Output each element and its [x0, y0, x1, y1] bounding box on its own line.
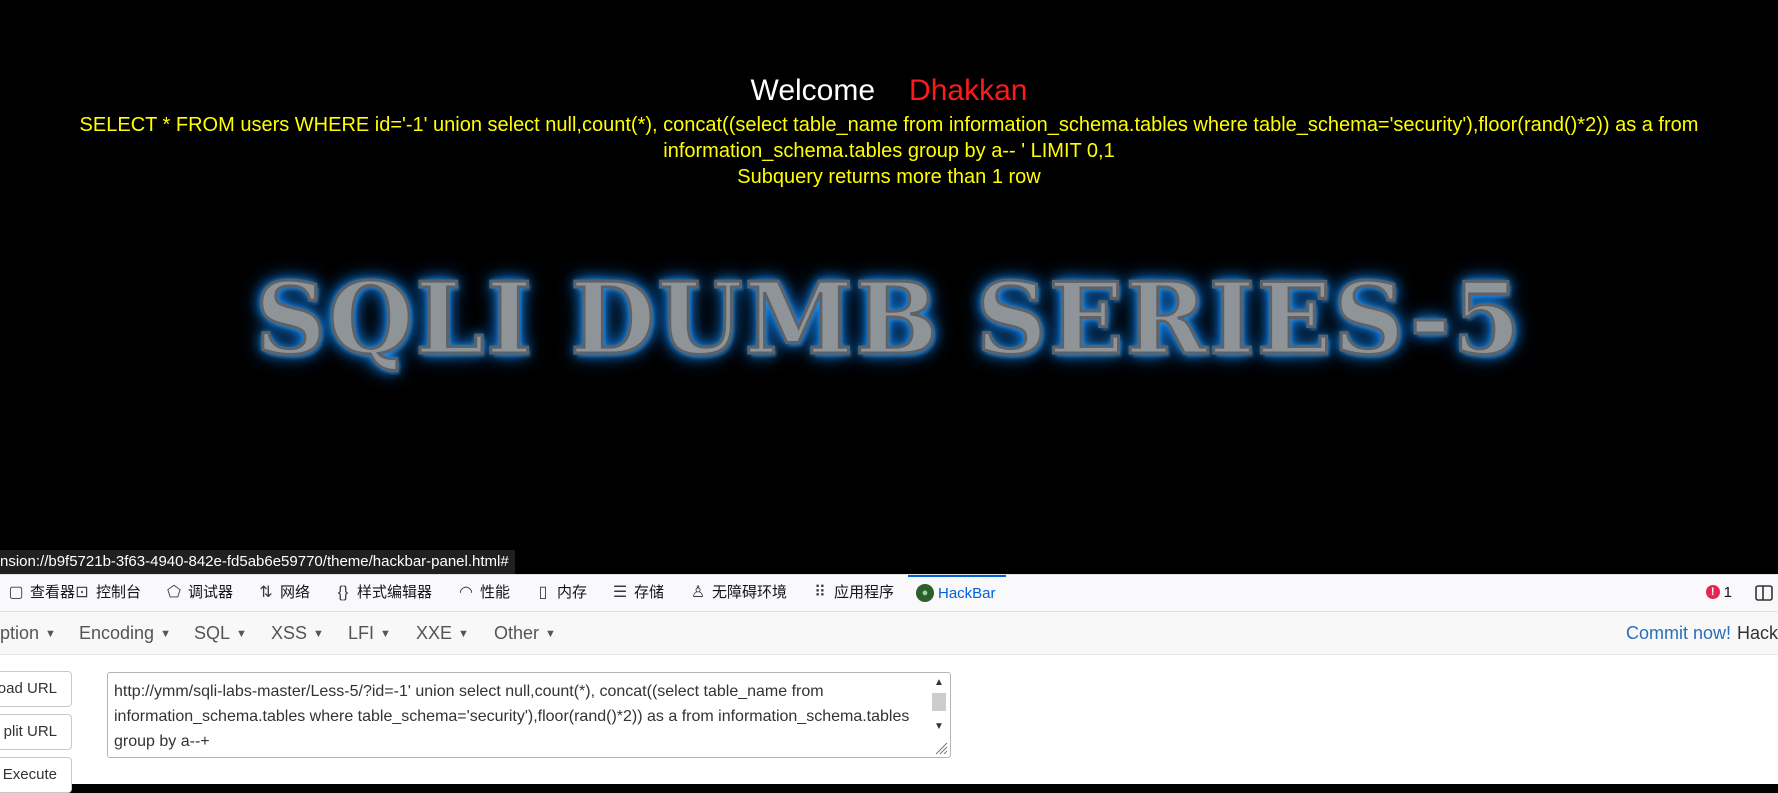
tab-storage[interactable]: ☰ 存储 — [610, 575, 664, 611]
tab-label: 存储 — [634, 584, 665, 601]
menu-sql[interactable]: SQL ▼ — [194, 612, 247, 654]
error-icon: ! — [1705, 584, 1720, 599]
menu-xss[interactable]: XSS ▼ — [271, 612, 324, 654]
menu-label: LFI — [348, 623, 375, 643]
tab-label: 应用程序 — [834, 584, 895, 601]
tab-memory[interactable]: ▯ 内存 — [533, 575, 587, 611]
caret-down-icon: ▼ — [160, 628, 171, 641]
caret-down-icon: ▼ — [458, 628, 469, 641]
tab-label: 网络 — [280, 584, 311, 601]
url-textarea[interactable]: http://ymm/sqli-labs-master/Less-5/?id=-… — [107, 672, 951, 758]
scroll-down-icon[interactable]: ▼ — [930, 719, 948, 735]
commit-area: Commit now! HackB — [1626, 612, 1778, 654]
sql-error-text: Subquery returns more than 1 row — [737, 166, 1041, 188]
tab-network[interactable]: ⇅ 网络 — [256, 575, 310, 611]
tab-label: 控制台 — [96, 584, 142, 601]
load-url-button[interactable]: oad URL — [0, 671, 72, 707]
resize-grip-icon[interactable] — [934, 741, 948, 755]
commit-link[interactable]: Commit now! — [1626, 623, 1731, 643]
network-icon: ⇅ — [259, 584, 273, 601]
tab-console[interactable]: ⊡ 控制台 — [72, 575, 141, 611]
error-counter[interactable]: ! 1 — [1705, 575, 1732, 611]
sql-output: SELECT * FROM users WHERE id='-1' union … — [20, 112, 1758, 190]
devtools-tabbar: ▢ 查看器 ⊡ 控制台 ⬠ 调试器 ⇅ 网络 {} 样式编辑器 ◠ 性能 ▯ 内存 ☰ 存储 ♙… — [0, 574, 1778, 612]
tab-label: 样式编辑器 — [357, 584, 433, 601]
storage-icon: ☰ — [612, 584, 628, 601]
tab-label: 性能 — [480, 584, 511, 601]
tab-label: HackBar — [938, 585, 996, 602]
console-icon: ⊡ — [75, 584, 89, 601]
menu-encoding[interactable]: Encoding ▼ — [79, 612, 171, 654]
menu-xxe[interactable]: XXE ▼ — [416, 612, 469, 654]
tab-hackbar[interactable]: ● HackBar — [908, 575, 1006, 611]
tab-label: 调试器 — [188, 584, 234, 601]
tab-label: 查看器 — [30, 584, 76, 601]
textarea-scrollbar[interactable]: ▲ ▼ — [930, 675, 948, 751]
url-text[interactable]: http://ymm/sqli-labs-master/Less-5/?id=-… — [114, 679, 919, 754]
menu-label: Other — [494, 623, 540, 643]
debugger-icon: ⬠ — [167, 584, 181, 601]
sqli-page: Welcome Dhakkan SELECT * FROM users WHERE… — [0, 0, 1778, 574]
series-banner: SQLI DUMB SERIES-5 — [254, 261, 1523, 379]
devtools-panel: ▢ 查看器 ⊡ 控制台 ⬠ 调试器 ⇅ 网络 {} 样式编辑器 ◠ 性能 ▯ 内存 ☰ 存储 ♙… — [0, 574, 1778, 793]
menu-option[interactable]: ption ▼ — [0, 612, 56, 654]
memory-icon: ▯ — [538, 584, 548, 601]
welcome-line: Welcome Dhakkan — [0, 74, 1778, 108]
error-count: 1 — [1723, 584, 1732, 601]
menu-label: XSS — [271, 623, 308, 643]
tab-accessibility[interactable]: ♙ 无障碍环境 — [688, 575, 787, 611]
hackbar-menubar: ption ▼ Encoding ▼ SQL ▼ XSS ▼ LFI ▼ XXE ▼ Oth… — [0, 612, 1778, 655]
dock-side-icon[interactable] — [1754, 583, 1774, 603]
performance-icon: ◠ — [459, 584, 473, 601]
caret-down-icon: ▼ — [380, 628, 391, 641]
tab-style-editor[interactable]: {} 样式编辑器 — [333, 575, 432, 611]
button-label: Execute — [2, 766, 57, 783]
button-label: plit URL — [3, 723, 57, 740]
caret-down-icon: ▼ — [236, 628, 247, 641]
username-text: Dhakkan — [909, 74, 1028, 107]
button-label: oad URL — [0, 680, 57, 697]
tab-label: 无障碍环境 — [712, 584, 788, 601]
tab-inspector[interactable]: ▢ 查看器 — [6, 575, 75, 611]
menu-label: XXE — [416, 623, 453, 643]
hackbar-brand: HackB — [1737, 623, 1778, 643]
scroll-up-icon[interactable]: ▲ — [930, 675, 948, 691]
inspector-icon: ▢ — [8, 584, 24, 601]
scroll-thumb[interactable] — [932, 693, 946, 711]
link-status-bar: nsion://b9f5721b-3f63-4940-842e-fd5ab6e5… — [0, 550, 515, 574]
execute-button[interactable]: Execute — [0, 757, 72, 793]
application-icon: ⠿ — [814, 584, 826, 601]
menu-label: Encoding — [79, 623, 155, 643]
tab-debugger[interactable]: ⬠ 调试器 — [164, 575, 233, 611]
hackbar-icon: ● — [916, 583, 934, 602]
tab-application[interactable]: ⠿ 应用程序 — [810, 575, 894, 611]
menu-other[interactable]: Other ▼ — [494, 612, 556, 654]
sql-query-text: SELECT * FROM users WHERE id='-1' union … — [79, 114, 1699, 162]
split-url-button[interactable]: plit URL — [0, 714, 72, 750]
tab-performance[interactable]: ◠ 性能 — [456, 575, 510, 611]
welcome-text: Welcome — [750, 74, 876, 107]
tab-label: 内存 — [557, 584, 588, 601]
menu-label: SQL — [194, 623, 231, 643]
menu-lfi[interactable]: LFI ▼ — [348, 612, 391, 654]
caret-down-icon: ▼ — [545, 628, 556, 641]
caret-down-icon: ▼ — [45, 628, 56, 641]
accessibility-icon: ♙ — [690, 584, 706, 601]
menu-label: ption — [0, 623, 40, 643]
caret-down-icon: ▼ — [313, 628, 324, 641]
style-editor-icon: {} — [337, 584, 349, 601]
